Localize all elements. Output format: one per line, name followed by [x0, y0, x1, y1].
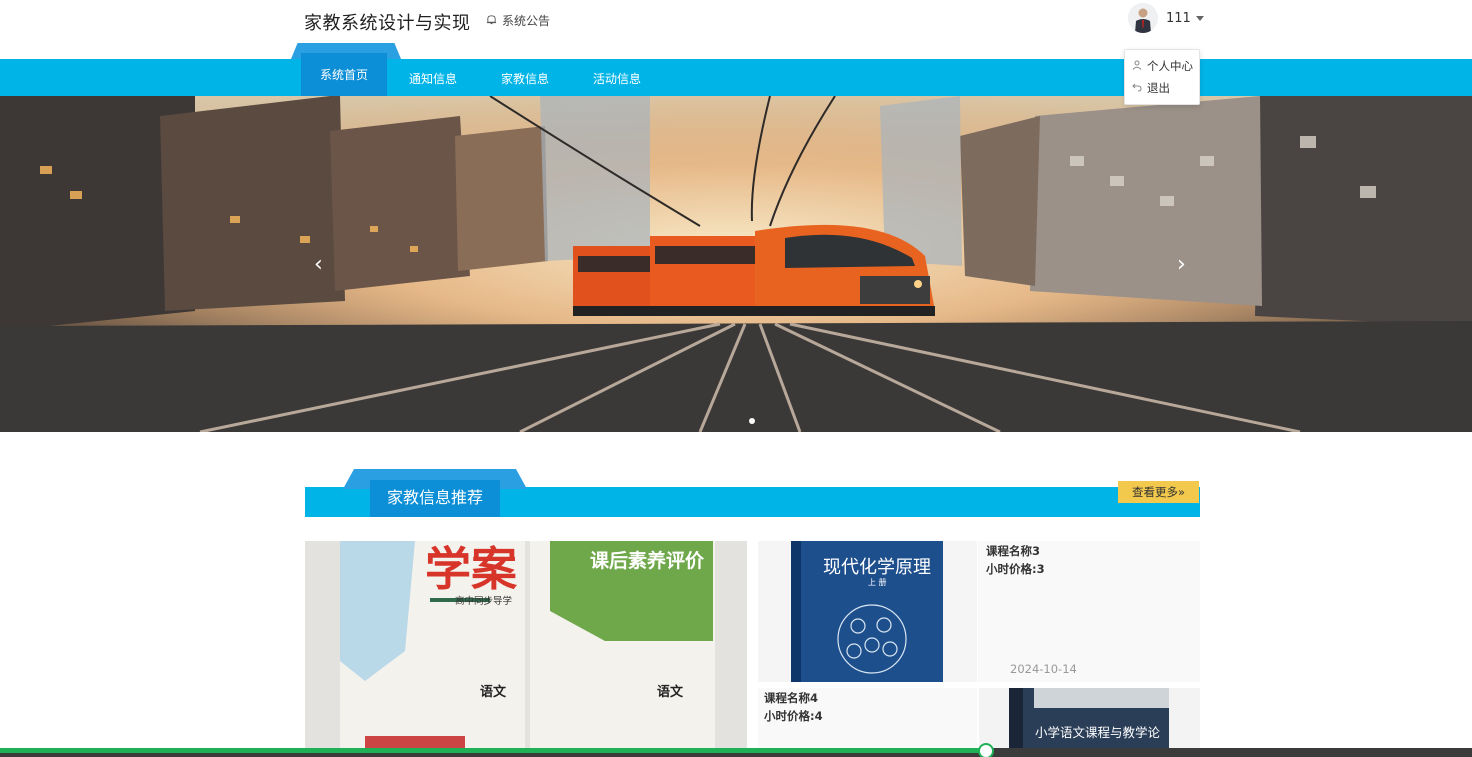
- book-title-3: 现代化学原理: [823, 557, 931, 578]
- tutoring-card-2-image[interactable]: 现代化学原理 上 册: [758, 541, 977, 682]
- menu-item-profile-label: 个人中心: [1147, 59, 1193, 73]
- bell-icon: [486, 14, 497, 28]
- site-title: 家教系统设计与实现: [304, 13, 471, 34]
- course-name: 课程名称4: [764, 691, 819, 705]
- nav-item-notices[interactable]: 通知信息: [409, 70, 457, 87]
- tutoring-card-3-info[interactable]: 课程名称4 小时价格:4: [758, 688, 977, 750]
- menu-item-logout[interactable]: 退出: [1125, 77, 1199, 99]
- book-subject-1: 语文: [480, 685, 507, 700]
- main-nav: [0, 59, 1472, 96]
- nav-item-home-label: 系统首页: [319, 68, 368, 82]
- nav-item-tutoring[interactable]: 家教信息: [501, 70, 549, 87]
- post-date: 2024-10-14: [1010, 662, 1077, 676]
- hourly-price: 小时价格:4: [764, 709, 823, 723]
- video-progress-handle[interactable]: [978, 743, 994, 757]
- avatar: [1128, 3, 1158, 33]
- header: 家教系统设计与实现 系统公告 111: [0, 0, 1472, 58]
- view-more-button[interactable]: 查看更多»: [1118, 481, 1199, 503]
- menu-item-logout-label: 退出: [1147, 81, 1170, 95]
- video-progress-fill: [0, 748, 986, 753]
- tutoring-card-2-info[interactable]: 课程名称3 小时价格:3 2024-10-14: [978, 541, 1200, 682]
- book-title-4: 小学语文课程与教学论: [1035, 725, 1161, 740]
- book-title-2: 课后素养评价: [590, 550, 705, 572]
- tutoring-card-1[interactable]: 学案 高中同步导学 语文 课后素养评价 语文: [305, 541, 747, 751]
- hourly-price: 小时价格:3: [986, 562, 1045, 576]
- nav-item-activities[interactable]: 活动信息: [593, 70, 641, 87]
- section-title: 家教信息推荐: [386, 488, 483, 507]
- menu-item-profile[interactable]: 个人中心: [1125, 55, 1199, 77]
- section-tab: 家教信息推荐: [343, 469, 527, 517]
- book-title-1: 学案: [425, 542, 517, 596]
- course-name: 课程名称3: [986, 544, 1041, 558]
- username: 111: [1166, 10, 1191, 26]
- nav-item-home[interactable]: 系统首页: [291, 43, 401, 96]
- carousel-next-button[interactable]: ›: [1177, 252, 1186, 277]
- system-notice-label: 系统公告: [502, 14, 551, 28]
- book-subtitle-1: 高中同步导学: [455, 596, 513, 607]
- undo-icon: [1132, 81, 1142, 95]
- banner-image: [0, 96, 1472, 432]
- chevron-down-icon: [1195, 15, 1204, 21]
- book-subject-2: 语文: [657, 685, 684, 700]
- banner-carousel: ‹ ›: [0, 96, 1472, 432]
- system-notice-link[interactable]: 系统公告: [486, 12, 550, 29]
- book-subtitle-3: 上 册: [868, 578, 887, 587]
- tutoring-card-3-image[interactable]: 小学语文课程与教学论: [979, 688, 1200, 750]
- carousel-dot[interactable]: [749, 418, 755, 424]
- carousel-prev-button[interactable]: ‹: [314, 252, 323, 277]
- user-icon: [1132, 59, 1142, 73]
- user-dropdown: 个人中心 退出: [1124, 49, 1200, 105]
- user-menu-toggle[interactable]: 111: [1128, 3, 1204, 33]
